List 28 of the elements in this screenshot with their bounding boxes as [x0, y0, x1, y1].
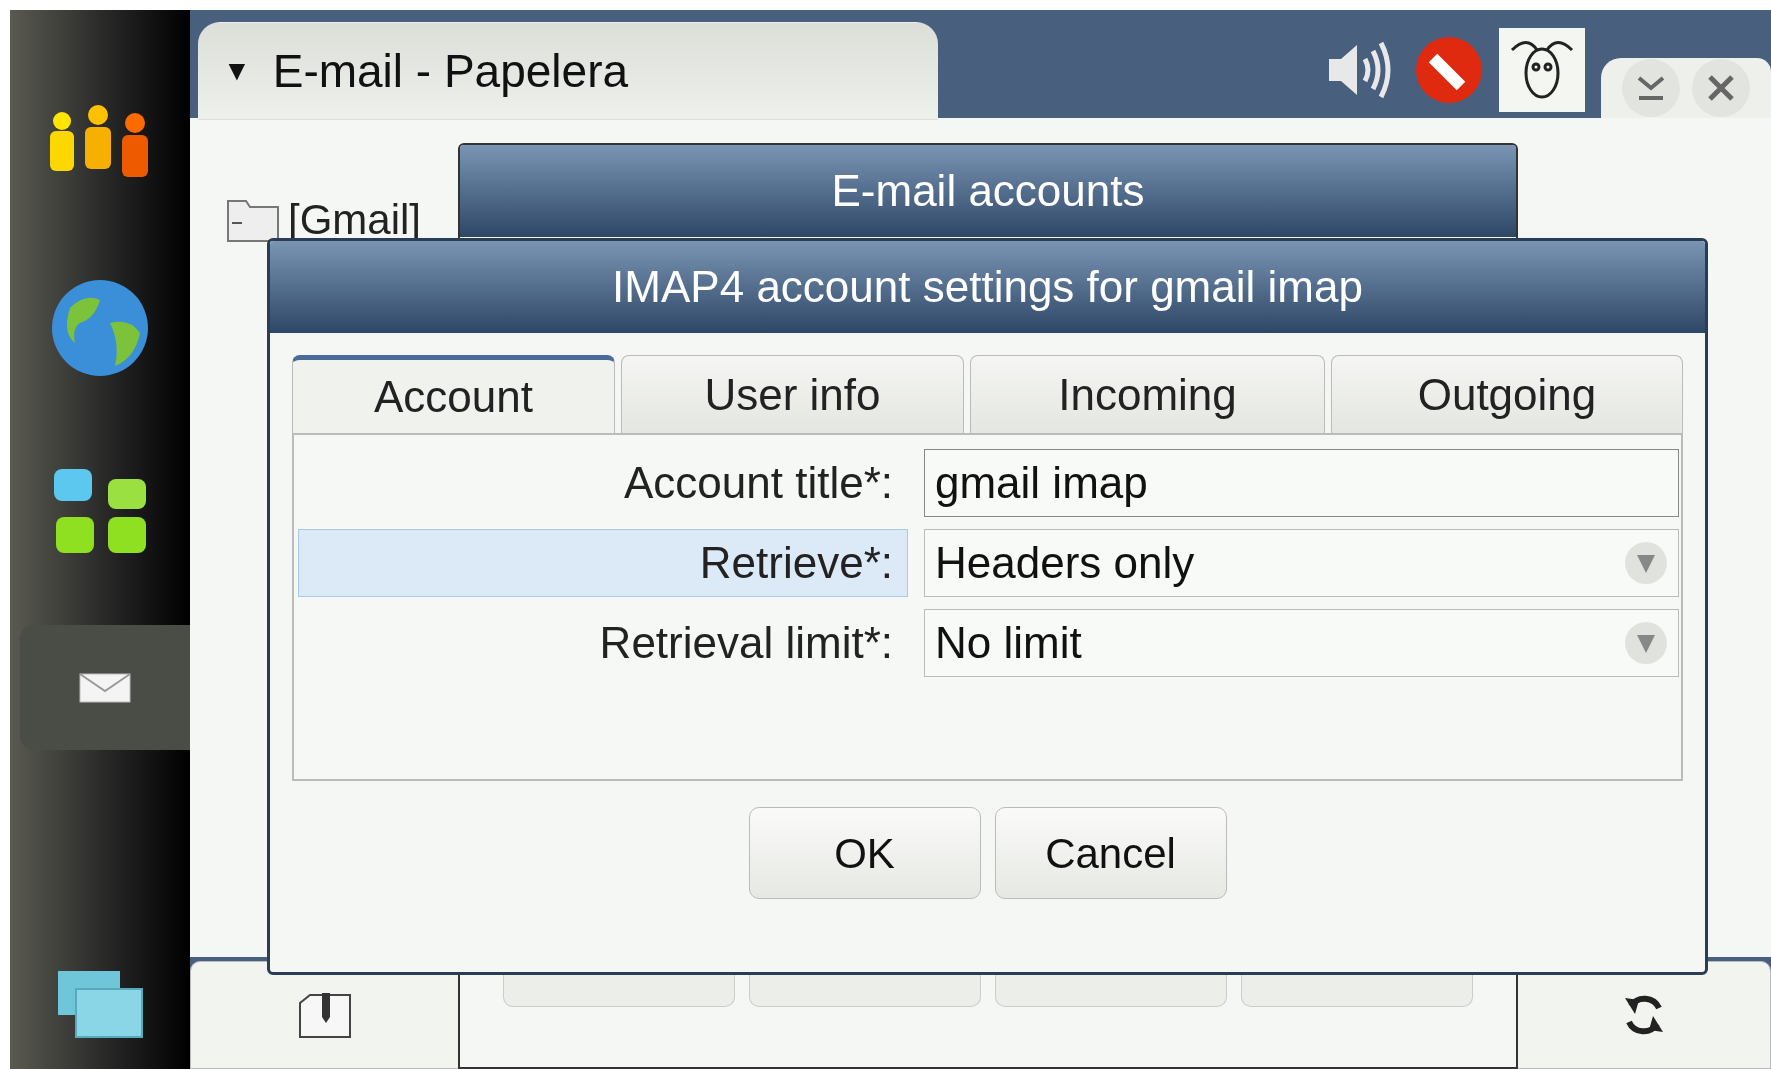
- tab[interactable]: User info: [621, 355, 964, 433]
- dropdown[interactable]: No limit: [924, 609, 1679, 677]
- dialog-button[interactable]: OK: [748, 807, 981, 899]
- input-field[interactable]: gmail imap: [924, 449, 1679, 517]
- compose-button[interactable]: [190, 961, 460, 1069]
- tab[interactable]: Incoming: [970, 355, 1325, 433]
- pencil-page-icon: [298, 991, 352, 1039]
- avatar-drawing[interactable]: [1499, 28, 1585, 112]
- dialog-title: IMAP4 account settings for gmail imap: [270, 241, 1705, 333]
- envelope-launcher[interactable]: [20, 625, 190, 750]
- no-entry-icon[interactable]: [1415, 36, 1483, 104]
- window-title: E-mail - Papelera: [272, 43, 629, 99]
- menu-marker: ▼: [223, 54, 251, 88]
- close-icon: [1707, 74, 1735, 102]
- tab[interactable]: Account: [292, 355, 615, 433]
- field-label: Retrieve*:: [298, 529, 908, 597]
- windows-icon: [56, 969, 144, 1039]
- refresh-button[interactable]: [1516, 961, 1771, 1069]
- dialog-title: E-mail accounts: [460, 145, 1516, 237]
- dialog-button[interactable]: Cancel: [994, 807, 1227, 899]
- window-menu-tab[interactable]: ▼ E-mail - Papelera: [198, 22, 938, 120]
- field-label: Account title*:: [622, 457, 894, 509]
- tab[interactable]: Outgoing: [1331, 355, 1683, 433]
- dropdown[interactable]: Headers only: [924, 529, 1679, 597]
- globe-icon: [50, 277, 150, 378]
- field-label: Retrieval limit*:: [598, 617, 894, 669]
- minimize-icon: [1636, 74, 1666, 102]
- envelope-icon: [79, 672, 131, 703]
